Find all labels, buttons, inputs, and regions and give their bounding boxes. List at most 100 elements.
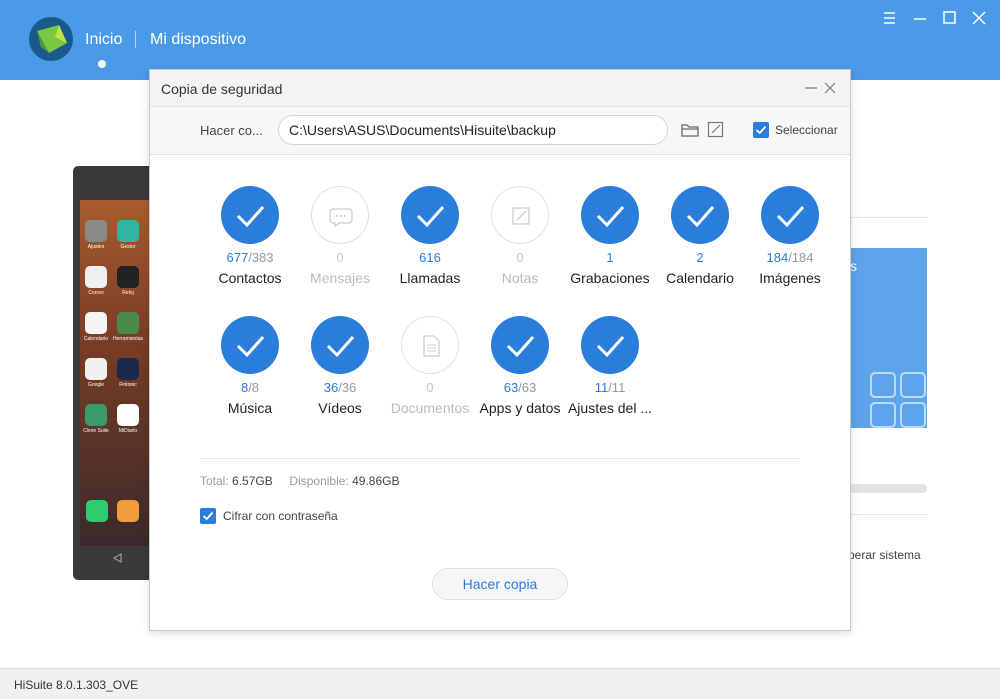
backup-item[interactable]: 0 Mensajes [290, 186, 390, 296]
phone-app-icon [117, 358, 139, 380]
background-divider-2 [850, 514, 927, 515]
item-selected-count: 0 [336, 250, 344, 265]
total-label: Total: [200, 474, 229, 488]
item-selected-count: 63 [503, 380, 519, 395]
backup-item[interactable]: 0 Notas [470, 186, 570, 296]
phone-app-icon [85, 266, 107, 288]
item-label: Ajustes del ... [567, 400, 653, 416]
backup-item[interactable]: 616 Llamadas [380, 186, 480, 296]
check-icon[interactable] [221, 316, 279, 374]
select-all-checkbox[interactable] [753, 122, 769, 138]
item-selected-count: 0 [426, 380, 434, 395]
phone-back-icon [112, 553, 122, 563]
select-all-label: Seleccionar [775, 123, 838, 137]
phone-app-icon [85, 404, 107, 426]
active-nav-indicator [98, 60, 106, 68]
menu-icon[interactable] [880, 8, 900, 28]
recover-system-link[interactable]: perar sistema [848, 548, 921, 562]
background-divider [850, 217, 927, 218]
item-count: 616 [380, 250, 480, 265]
backup-item[interactable]: 63/63 Apps y datos [470, 316, 570, 426]
close-icon[interactable] [969, 8, 989, 28]
check-icon[interactable] [221, 186, 279, 244]
background-card [850, 248, 927, 428]
check-icon[interactable] [761, 186, 819, 244]
edit-icon[interactable] [707, 121, 724, 138]
phone-app-label: Reloj [122, 290, 134, 296]
backup-item[interactable]: 2 Calendario [650, 186, 750, 296]
check-icon[interactable] [581, 186, 639, 244]
notes-icon[interactable] [491, 186, 549, 244]
phone-app-label: Ajustes [87, 244, 105, 250]
phone-app-label: Herramientas [113, 336, 144, 342]
item-label: Imágenes [759, 270, 821, 286]
item-selected-count: 677 [226, 250, 249, 265]
encrypt-label: Cifrar con contraseña [223, 509, 338, 523]
dialog-divider [200, 458, 800, 459]
available-label: Disponible: [289, 474, 349, 488]
item-total-count: /8 [248, 380, 260, 395]
total-value: 6.57GB [232, 474, 273, 488]
item-selected-count: 184 [766, 250, 789, 265]
item-count: 63/63 [470, 380, 570, 395]
message-icon[interactable] [311, 186, 369, 244]
item-count: 1 [560, 250, 660, 265]
phone-app-label: Gestor [120, 244, 136, 250]
maximize-icon[interactable] [940, 8, 960, 28]
item-selected-count: 2 [696, 250, 704, 265]
item-total-count: /11 [608, 380, 626, 395]
check-icon[interactable] [311, 316, 369, 374]
status-bar: HiSuite 8.0.1.303_OVE [0, 668, 1000, 699]
check-icon[interactable] [671, 186, 729, 244]
phone-app-icon [85, 358, 107, 380]
phone-contacts-icon [117, 500, 139, 522]
backup-button[interactable]: Hacer copia [432, 568, 568, 600]
check-icon[interactable] [491, 316, 549, 374]
item-selected-count: 36 [323, 380, 339, 395]
storage-info: Total: 6.57GB Disponible: 49.86GB [200, 474, 400, 488]
backup-item[interactable]: 677/383 Contactos [200, 186, 300, 296]
encrypt-checkbox[interactable] [200, 508, 216, 524]
backup-dialog: Copia de seguridad Hacer co... Seleccion… [149, 69, 851, 631]
top-bar: Inicio Mi dispositivo [0, 0, 1000, 80]
phone-app-label: Calendario [83, 336, 109, 342]
check-icon[interactable] [401, 186, 459, 244]
backup-item[interactable]: 184/184 Imágenes [740, 186, 840, 296]
backup-item[interactable]: 11/11 Ajustes del ... [560, 316, 660, 426]
minimize-icon[interactable] [910, 8, 930, 28]
nav-home[interactable]: Inicio [85, 31, 122, 49]
nav-separator [135, 31, 136, 48]
phone-app-label: Google [87, 382, 105, 388]
backup-path-input[interactable] [278, 115, 668, 145]
hisuite-logo [29, 17, 73, 61]
item-count: 184/184 [740, 250, 840, 265]
phone-app-label: MiDiario [118, 428, 138, 434]
item-count: 0 [470, 250, 570, 265]
item-total-count: /383 [248, 250, 274, 265]
nav-my-device[interactable]: Mi dispositivo [150, 31, 246, 49]
document-icon[interactable] [401, 316, 459, 374]
phone-app-icon [85, 312, 107, 334]
dialog-close-icon[interactable] [823, 81, 837, 95]
backup-item[interactable]: 8/8 Música [200, 316, 300, 426]
item-selected-count: 0 [516, 250, 524, 265]
check-icon[interactable] [581, 316, 639, 374]
backup-item[interactable]: 36/36 Vídeos [290, 316, 390, 426]
phone-app-icon [117, 312, 139, 334]
phone-screen: Ajustes Gestor Correo Reloj Calendario Herram… [80, 200, 156, 546]
item-total-count: /63 [518, 380, 537, 395]
phone-app-label: Fintonic [119, 382, 137, 388]
phone-app-icon [117, 266, 139, 288]
available-value: 49.86GB [352, 474, 400, 488]
phone-app-label: Correo [88, 290, 104, 296]
item-selected-count: 616 [419, 250, 441, 265]
backup-path-label: Hacer co... [200, 123, 263, 138]
backup-item[interactable]: 1 Grabaciones [560, 186, 660, 296]
item-count: 0 [290, 250, 390, 265]
phone-dialer-icon [86, 500, 108, 522]
dialog-minimize-icon[interactable] [804, 81, 818, 95]
background-card-text: s [850, 258, 857, 274]
item-count: 11/11 [560, 380, 660, 395]
backup-item[interactable]: 0 Documentos [380, 316, 480, 426]
folder-icon[interactable] [681, 122, 699, 138]
